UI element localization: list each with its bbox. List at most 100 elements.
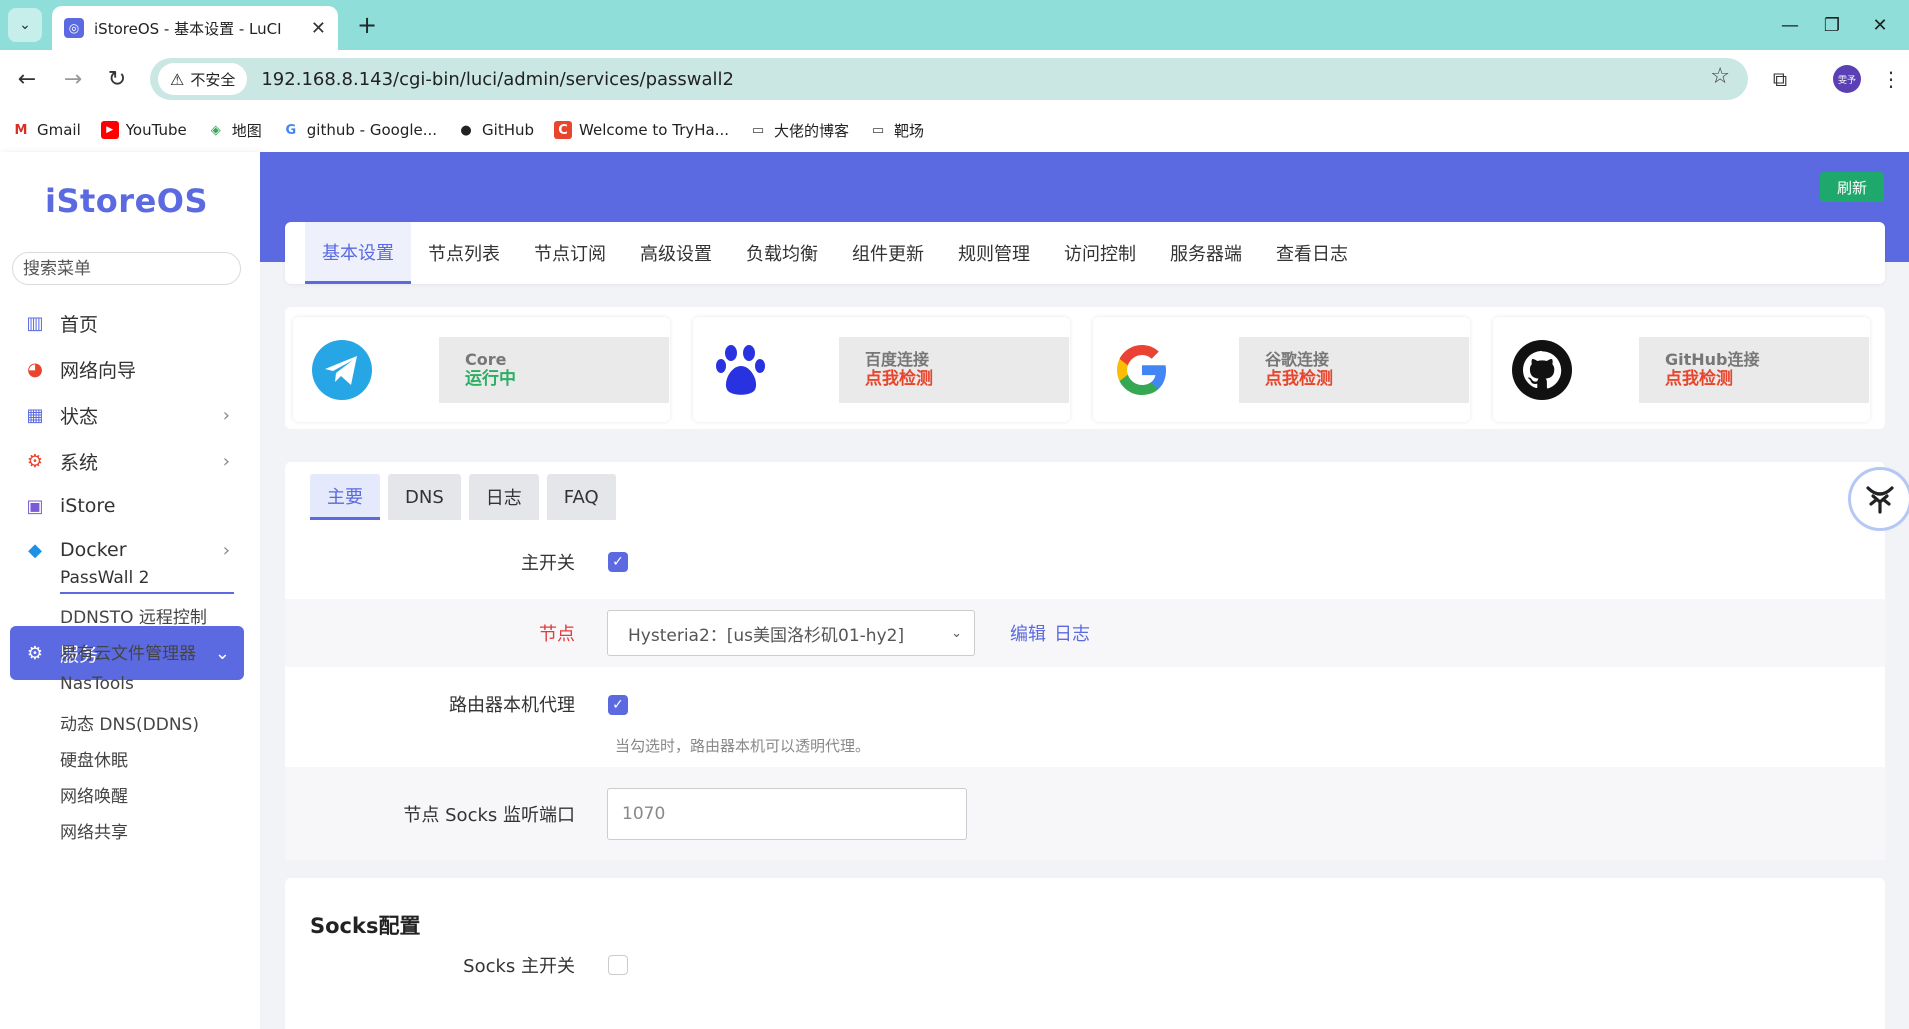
sidebar-subitem-ddnsto[interactable]: DDNSTO 远程控制 [60,603,207,628]
close-window-icon[interactable]: ✕ [1860,10,1900,40]
youtube-icon: ▶ [100,121,119,139]
bookmark-item[interactable]: M Gmail [12,121,81,139]
tab-rule-manage[interactable]: 规则管理 [941,222,1047,284]
sidebar-subitem-yiyouyun[interactable]: 易有云文件管理器 [60,639,196,664]
socks-switch-checkbox[interactable] [608,955,628,975]
tab-node-subscribe[interactable]: 节点订阅 [517,222,623,284]
url-text[interactable]: 192.168.8.143/cgi-bin/luci/admin/service… [261,69,734,90]
forward-arrow-icon[interactable]: → [56,62,90,96]
chevron-down-icon: ⌄ [951,625,962,641]
more-menu-icon[interactable]: ⋮ [1874,62,1908,96]
google-icon: G [285,122,297,138]
new-tab-plus-icon[interactable]: + [352,10,382,40]
status-card-status: 运行中 [465,369,516,389]
tab-server[interactable]: 服务器端 [1153,222,1259,284]
maps-icon: ◈ [210,122,221,138]
bookmark-star-icon[interactable]: ☆ [1710,64,1730,89]
socks-config-title: Socks配置 [310,914,421,938]
tab-basic-settings[interactable]: 基本设置 [305,222,411,284]
tab-advanced-settings[interactable]: 高级设置 [623,222,729,284]
restore-icon[interactable]: ❐ [1812,10,1852,40]
github-icon [1511,339,1573,401]
browser-tab-active[interactable]: ◎ iStoreOS - 基本设置 - LuCI ✕ [52,6,338,50]
socks-port-input[interactable] [607,787,967,840]
bookmark-label: Welcome to TryHa... [579,121,730,139]
sidebar-subitem-passwall2[interactable]: PassWall 2 [60,568,149,588]
tab-access-control[interactable]: 访问控制 [1047,222,1153,284]
bookmark-label: 地图 [231,121,262,140]
bookmark-item[interactable]: ◈ 地图 [207,120,262,141]
tab-close-icon[interactable]: ✕ [311,18,326,39]
subtab-dns[interactable]: DNS [388,474,461,520]
bookmark-label: Gmail [37,121,81,139]
status-grid-icon: ▦ [26,404,44,426]
browser-toolbar: ← → ↻ ⚠ 不安全 192.168.8.143/cgi-bin/luci/a… [0,50,1909,108]
status-card-status: 点我检测 [865,369,933,389]
edit-node-link[interactable]: 编辑 [1010,620,1046,646]
tab-search-chevron-icon[interactable]: ⌄ [8,8,42,42]
socks-switch-row: Socks 主开关 [285,940,1885,990]
refresh-button[interactable]: 刷新 [1820,172,1884,202]
back-arrow-icon[interactable]: ← [10,62,44,96]
sidebar-item-label: iStore [60,495,116,517]
floating-assistant-icon[interactable] [1851,470,1909,528]
bookmark-item[interactable]: Ggithub - Google... [282,121,437,139]
extensions-puzzle-icon[interactable]: ⧉ [1763,62,1797,96]
router-proxy-row: 路由器本机代理 ✓ 当勾选时，路由器本机可以透明代理。 [285,667,1885,767]
router-proxy-checkbox[interactable]: ✓ [608,695,628,715]
bookmark-item[interactable]: ● GitHub [457,121,534,139]
minimize-icon[interactable]: — [1770,10,1810,40]
router-proxy-label: 路由器本机代理 [449,695,575,716]
top-tabs: 基本设置 节点列表 节点订阅 高级设置 负载均衡 组件更新 规则管理 访问控制 … [285,222,1885,284]
socks-port-row: 节点 Socks 监听端口 [285,767,1885,860]
bookmark-item[interactable]: ▭ 大佬的博客 [749,120,849,141]
sidebar-item-home[interactable]: ▥ 首页 [10,298,244,348]
browser-tabstrip: ⌄ ◎ iStoreOS - 基本设置 - LuCI ✕ + — ❐ ✕ [0,0,1909,50]
subtab-log[interactable]: 日志 [468,474,539,520]
tab-view-logs[interactable]: 查看日志 [1259,222,1365,284]
node-select[interactable]: Hysteria2：[us美国洛杉矶01-hy2] ⌄ [607,610,975,656]
sidebar-subitem-ddns[interactable]: 动态 DNS(DDNS) [60,710,199,735]
security-chip[interactable]: ⚠ 不安全 [158,63,248,95]
address-bar[interactable]: ⚠ 不安全 192.168.8.143/cgi-bin/luci/admin/s… [150,58,1748,100]
profile-avatar[interactable]: 雯予 [1833,65,1861,93]
bookmark-label: YouTube [125,121,187,139]
sidebar-item-label: Docker [60,539,127,561]
sidebar: iStoreOS ▥ 首页 ◕ 网络向导 ▦ 状态 › ⚙ 系统 › ▣ iSt… [0,152,260,1029]
status-panel: Core 运行中 百度连接 点我检测 谷歌连接 点我检测 GitHub连接 点我… [285,307,1885,429]
status-card-baidu[interactable]: 百度连接 点我检测 [693,317,1070,422]
sidebar-item-istore[interactable]: ▣ iStore [10,481,244,531]
sidebar-subitem-network-share[interactable]: 网络共享 [60,818,128,843]
github-icon: ● [460,122,472,138]
status-card-core[interactable]: Core 运行中 [293,317,670,422]
main-settings-card: 主要 DNS 日志 FAQ 主开关 ✓ 节点 Hysteria2：[us美国洛杉… [285,462,1885,860]
status-card-github[interactable]: GitHub连接 点我检测 [1493,317,1870,422]
node-log-link[interactable]: 日志 [1054,620,1090,646]
tab-node-list[interactable]: 节点列表 [411,222,517,284]
tab-load-balancing[interactable]: 负载均衡 [729,222,835,284]
sidebar-item-network-wizard[interactable]: ◕ 网络向导 [10,344,244,394]
security-label: 不安全 [190,70,236,89]
sidebar-subitem-wol[interactable]: 网络唤醒 [60,782,128,807]
bookmark-item[interactable]: ▶ YouTube [100,121,187,139]
bookmark-label: 大佬的博客 [774,121,850,140]
status-card-google[interactable]: 谷歌连接 点我检测 [1093,317,1470,422]
sidebar-item-status[interactable]: ▦ 状态 › [10,390,244,440]
tab-component-update[interactable]: 组件更新 [835,222,941,284]
subtab-faq[interactable]: FAQ [546,474,616,520]
sidebar-item-label: 首页 [60,313,99,336]
warning-triangle-icon: ⚠ [170,69,185,89]
sidebar-subitem-nastools[interactable]: NasTools [60,674,134,694]
sidebar-subitem-hd-idle[interactable]: 硬盘休眠 [60,746,128,771]
sidebar-item-label: 状态 [60,405,99,428]
google-icon [1111,339,1173,401]
istoreos-logo[interactable]: iStoreOS [0,182,253,220]
bookmark-item[interactable]: C Welcome to TryHa... [554,121,729,139]
main-switch-checkbox[interactable]: ✓ [608,551,628,572]
menu-search-input[interactable] [12,252,241,285]
sidebar-item-system[interactable]: ⚙ 系统 › [10,436,244,486]
status-card-label: GitHub连接 [1665,350,1760,369]
subtab-main[interactable]: 主要 [310,474,380,520]
bookmark-item[interactable]: ▭ 靶场 [869,120,924,141]
reload-icon[interactable]: ↻ [100,62,134,96]
